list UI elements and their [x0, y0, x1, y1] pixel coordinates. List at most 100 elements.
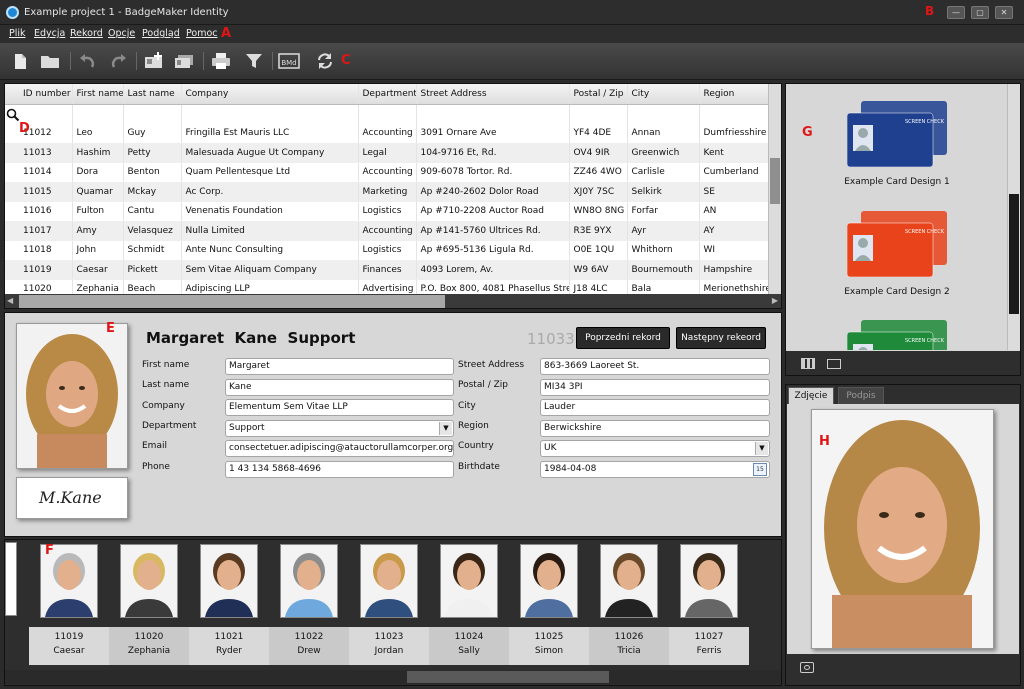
table-cell[interactable]: Legal [358, 143, 417, 163]
table-cell[interactable]: Forfar [627, 201, 700, 222]
table-cell[interactable]: Kent [699, 143, 772, 163]
table-cell[interactable]: Petty [123, 143, 182, 163]
table-cell[interactable]: Leo [72, 123, 124, 144]
scrollbar-thumb[interactable] [19, 295, 445, 308]
table-row[interactable]: 11012 Leo Guy Fringilla Est Mauris LLC Accou… [5, 123, 772, 144]
table-row[interactable]: 11019 Caesar Pickett Sem Vitae Aliquam Comp… [5, 260, 772, 280]
table-cell[interactable]: Caesar [72, 260, 124, 280]
thumbnail-item[interactable]: 11021 Ryder [189, 542, 269, 666]
table-cell[interactable]: 11015 [5, 182, 73, 202]
minimize-button[interactable]: — [947, 6, 965, 19]
table-cell[interactable]: Accounting [358, 221, 417, 241]
birthdate-field[interactable]: 1984-04-08 15 [540, 461, 770, 478]
undo-icon[interactable] [77, 51, 99, 71]
table-cell[interactable]: 11019 [5, 260, 73, 280]
table-cell[interactable]: Selkirk [627, 182, 700, 202]
street-field[interactable]: 863-3669 Laoreet St. [540, 358, 770, 375]
print-icon[interactable] [210, 51, 232, 71]
camera-icon[interactable] [800, 662, 814, 673]
filter-cell[interactable] [72, 104, 124, 124]
table-cell[interactable]: Quamar [72, 182, 124, 202]
column-header[interactable]: First name [72, 84, 124, 105]
filter-cell[interactable] [699, 104, 772, 124]
calendar-icon[interactable]: 15 [753, 463, 767, 476]
table-cell[interactable]: AN [699, 201, 772, 222]
thumbnail-photo[interactable] [680, 544, 738, 618]
previous-record-button[interactable]: Poprzedni rekord [576, 327, 670, 349]
add-record-icon[interactable] [143, 51, 165, 71]
grid-horizontal-scrollbar[interactable]: ◀ ▶ [5, 294, 781, 308]
table-cell[interactable]: 11012 [5, 123, 73, 144]
thumbnail-photo[interactable] [280, 544, 338, 618]
table-cell[interactable]: Whithorn [627, 240, 700, 261]
thumbnail-item[interactable]: 11024 Sally [429, 542, 509, 666]
column-header[interactable]: Region [699, 84, 772, 105]
table-cell[interactable]: John [72, 240, 124, 261]
tab-photo[interactable]: Zdjęcie [788, 387, 834, 404]
thumbnail-item[interactable]: 11022 Drew [269, 542, 349, 666]
table-cell[interactable]: 11013 [5, 143, 73, 163]
table-cell[interactable]: Ap #141-5760 Ultrices Rd. [416, 221, 570, 241]
table-cell[interactable]: WI [699, 240, 772, 261]
table-cell[interactable]: XJ0Y 7SC [569, 182, 628, 202]
duplicate-record-icon[interactable] [173, 51, 195, 71]
filter-icon[interactable] [243, 51, 265, 71]
card-design-label[interactable]: Example Card Design 1 [817, 177, 977, 187]
table-cell[interactable]: Velasquez [123, 221, 182, 241]
thumbnail-photo[interactable] [440, 544, 498, 618]
table-row[interactable]: 11016 Fulton Cantu Venenatis Foundation Logi… [5, 201, 772, 222]
postal-field[interactable]: MI34 3PI [540, 379, 770, 396]
scrollbar-thumb[interactable] [770, 158, 780, 204]
table-cell[interactable]: 909-6078 Tortor. Rd. [416, 162, 570, 183]
thumbnail-item[interactable]: 11020 Zephania [109, 542, 189, 666]
filter-cell[interactable] [569, 104, 628, 124]
column-header[interactable]: ID number [5, 84, 73, 105]
filter-cell[interactable] [123, 104, 182, 124]
table-cell[interactable]: Cumberland [699, 162, 772, 183]
table-cell[interactable]: OV4 9IR [569, 143, 628, 163]
column-header[interactable]: Last name [123, 84, 182, 105]
thumbnail-photo[interactable] [520, 544, 578, 618]
table-cell[interactable]: 104-9716 Et, Rd. [416, 143, 570, 163]
table-cell[interactable]: Dumfriesshire [699, 123, 772, 144]
menu-edycja[interactable]: Edycja [34, 28, 65, 39]
table-cell[interactable]: Nulla Limited [181, 221, 359, 241]
close-button[interactable]: ✕ [995, 6, 1013, 19]
table-cell[interactable]: Schmidt [123, 240, 182, 261]
table-cell[interactable]: 4093 Lorem, Av. [416, 260, 570, 280]
table-cell[interactable]: YF4 4DE [569, 123, 628, 144]
partial-thumbnail[interactable] [5, 542, 17, 616]
grid-view-icon[interactable] [801, 358, 815, 369]
column-header[interactable]: Department [358, 84, 417, 105]
table-cell[interactable]: Greenwich [627, 143, 700, 163]
scrollbar-thumb[interactable] [407, 671, 609, 683]
column-header[interactable]: City [627, 84, 700, 105]
table-cell[interactable]: Malesuada Augue Ut Company [181, 143, 359, 163]
department-select[interactable]: Support ▼ [225, 420, 454, 437]
cards-vertical-scrollbar[interactable] [1007, 84, 1020, 350]
email-field[interactable]: consectetuer.adipiscing@atauctorullamcor… [225, 440, 454, 457]
table-row[interactable]: 11017 Amy Velasquez Nulla Limited Accounting… [5, 221, 772, 241]
filter-cell[interactable] [627, 104, 700, 124]
chevron-down-icon[interactable]: ▼ [755, 442, 768, 455]
table-cell[interactable]: Logistics [358, 240, 417, 261]
table-cell[interactable]: Fringilla Est Mauris LLC [181, 123, 359, 144]
search-icon[interactable] [6, 108, 20, 122]
table-cell[interactable]: Venenatis Foundation [181, 201, 359, 222]
region-field[interactable]: Berwickshire [540, 420, 770, 437]
badgemaker-designer-icon[interactable]: BMd [278, 51, 300, 71]
table-cell[interactable]: Dora [72, 162, 124, 183]
card-design-item[interactable]: SCREEN CHECK [847, 320, 947, 350]
table-cell[interactable]: Sem Vitae Aliquam Company [181, 260, 359, 280]
table-cell[interactable]: Ante Nunc Consulting [181, 240, 359, 261]
card-design-label[interactable]: Example Card Design 2 [817, 287, 977, 297]
redo-icon[interactable] [107, 51, 129, 71]
table-cell[interactable]: R3E 9YX [569, 221, 628, 241]
table-cell[interactable]: Quam Pellentesque Ltd [181, 162, 359, 183]
table-cell[interactable]: Carlisle [627, 162, 700, 183]
thumbnail-item[interactable]: 11026 Tricia [589, 542, 669, 666]
thumbnail-item[interactable]: 11027 Ferris [669, 542, 749, 666]
table-cell[interactable]: SE [699, 182, 772, 202]
thumbnail-item[interactable]: 11025 Simon [509, 542, 589, 666]
grid-vertical-scrollbar[interactable] [768, 84, 781, 294]
